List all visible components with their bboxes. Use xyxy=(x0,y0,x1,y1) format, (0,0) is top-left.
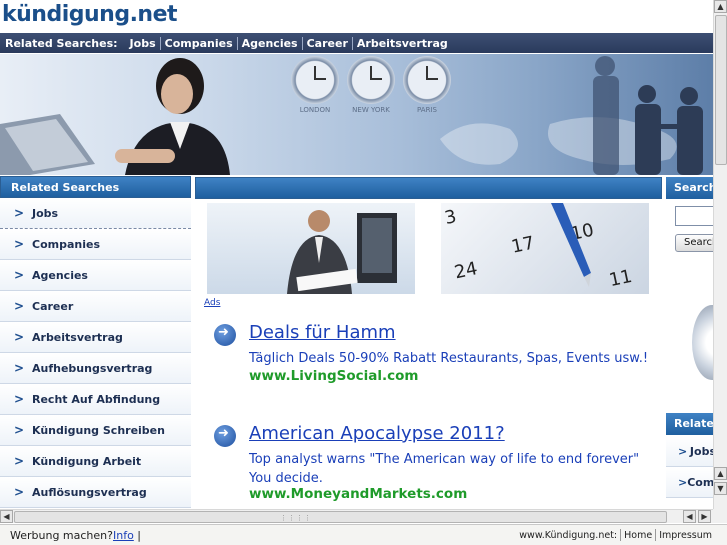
footer-status-bar: Werbung machen?Info | www.Kündigung.net:… xyxy=(0,524,727,545)
chevron-right-icon: > xyxy=(14,206,25,220)
sidebar-item-label: Recht Auf Abfindung xyxy=(32,392,161,406)
left-sidebar: Related Searches > Jobs > Companies > Ag… xyxy=(0,176,191,508)
sidebar-item-companies[interactable]: > Companies xyxy=(0,229,191,260)
arrow-right-icon[interactable] xyxy=(214,425,236,447)
sidebar-item-label: Kündigung Arbeit xyxy=(32,454,142,468)
right-related-item-jobs[interactable]: > Jobs xyxy=(666,436,713,467)
clock-london-icon xyxy=(291,56,339,104)
chevron-right-icon: > xyxy=(14,454,25,468)
scroll-down-icon[interactable]: ▼ xyxy=(714,482,727,495)
clock-new-york-icon xyxy=(347,56,395,104)
chevron-right-icon: > xyxy=(14,299,25,313)
svg-text:24: 24 xyxy=(453,258,480,283)
clock-label-new-york: NEW YORK xyxy=(352,106,390,114)
top-nav-link-career[interactable]: Career xyxy=(301,36,352,50)
right-related-item-label: Companies xyxy=(687,475,713,489)
right-related-item-companies[interactable]: > Companies xyxy=(666,467,713,498)
scroll-up-icon[interactable]: ▲ xyxy=(714,0,727,13)
sidebar-item-kuendigung-schreiben[interactable]: > Kündigung Schreiben xyxy=(0,415,191,446)
arrow-right-icon[interactable] xyxy=(214,324,236,346)
footer-impressum-link[interactable]: Impressum xyxy=(656,530,715,541)
top-nav-link-agencies[interactable]: Agencies xyxy=(236,36,302,50)
footer-advertise-text: Werbung machen? xyxy=(10,528,113,542)
businessmen-handshake-illustration xyxy=(593,56,703,175)
chevron-right-icon: > xyxy=(14,268,25,282)
sidebar-item-label: Auflösungsvertrag xyxy=(32,485,147,499)
scroll-grip-icon: ⋮⋮⋮⋮ xyxy=(280,514,312,522)
search-heading: Search xyxy=(666,177,713,199)
sidebar-item-kuendigung-arbeit[interactable]: > Kündigung Arbeit xyxy=(0,446,191,477)
businessman-photo xyxy=(207,203,415,294)
ad-title-link[interactable]: Deals für Hamm xyxy=(249,322,396,343)
ad-url-link[interactable]: www.MoneyandMarkets.com xyxy=(249,486,467,502)
scroll-left-icon[interactable]: ◀ xyxy=(683,510,696,523)
top-nav-link-companies[interactable]: Companies xyxy=(159,36,237,50)
ad-block: Deals für Hamm Täglich Deals 50-90% Raba… xyxy=(214,322,654,392)
top-nav-label: Related Searches: xyxy=(5,36,118,50)
sidebar-item-label: Jobs xyxy=(32,206,59,220)
chevron-right-icon: > xyxy=(678,475,688,489)
top-nav-bar: Related Searches: Jobs Companies Agencie… xyxy=(0,33,713,53)
search-input[interactable] xyxy=(675,206,713,226)
horizontal-scroll-thumb[interactable]: ⋮⋮⋮⋮ xyxy=(14,511,667,523)
footer-links: www.Kündigung.net: Home Impressum xyxy=(516,529,715,541)
sidebar-item-label: Agencies xyxy=(32,268,88,282)
ads-label-link[interactable]: Ads xyxy=(204,298,220,308)
scroll-up-icon[interactable]: ▲ xyxy=(714,467,727,480)
scrollbar-corner xyxy=(713,509,727,523)
ad-description[interactable]: Täglich Deals 50-90% Rabatt Restaurants,… xyxy=(249,349,649,368)
sidebar-heading: Related Searches xyxy=(0,176,191,198)
horizontal-scrollbar[interactable]: ◀ ⋮⋮⋮⋮ ◀ ▶ xyxy=(0,509,713,523)
sidebar-item-agencies[interactable]: > Agencies xyxy=(0,260,191,291)
decorative-image xyxy=(692,305,713,380)
vertical-scrollbar[interactable]: ▲ ▲ ▼ xyxy=(713,0,727,509)
ad-description[interactable]: Top analyst warns "The American way of l… xyxy=(249,450,649,488)
sidebar-item-label: Career xyxy=(32,299,74,313)
header-banner-image: LONDON NEW YORK PARIS xyxy=(0,54,713,175)
chevron-right-icon: > xyxy=(14,392,25,406)
page-viewport: kündigung.net Related Searches: Jobs Com… xyxy=(0,0,713,509)
footer-advertise: Werbung machen?Info | xyxy=(10,528,142,542)
svg-text:11: 11 xyxy=(607,266,634,291)
chevron-right-icon: > xyxy=(14,361,25,375)
scroll-right-icon[interactable]: ▶ xyxy=(698,510,711,523)
svg-text:17: 17 xyxy=(510,232,537,257)
svg-text:3: 3 xyxy=(443,206,459,229)
right-related-item-label: Jobs xyxy=(689,444,713,458)
clock-label-london: LONDON xyxy=(299,106,331,114)
scroll-left-icon[interactable]: ◀ xyxy=(0,510,13,523)
ad-url-link[interactable]: www.LivingSocial.com xyxy=(249,368,418,384)
content-header-bar xyxy=(195,177,662,199)
calendar-pen-photo: 24 17 10 11 3 xyxy=(441,203,649,294)
top-nav-link-arbeitsvertrag[interactable]: Arbeitsvertrag xyxy=(351,36,452,50)
sidebar-item-label: Kündigung Schreiben xyxy=(32,423,165,437)
chevron-right-icon: > xyxy=(14,423,25,437)
sidebar-item-label: Companies xyxy=(32,237,100,251)
chevron-right-icon: > xyxy=(678,444,688,458)
search-button[interactable]: Search xyxy=(675,234,713,252)
footer-info-link[interactable]: Info xyxy=(113,529,134,542)
sidebar-item-aufhebungsvertrag[interactable]: > Aufhebungsvertrag xyxy=(0,353,191,384)
sidebar-item-label: Aufhebungsvertrag xyxy=(32,361,153,375)
footer-home-link[interactable]: Home xyxy=(621,530,655,541)
top-nav-link-jobs[interactable]: Jobs xyxy=(126,37,160,50)
right-related-heading: Related xyxy=(666,413,713,435)
site-title[interactable]: kündigung.net xyxy=(2,2,178,27)
ad-block: American Apocalypse 2011? Top analyst wa… xyxy=(214,423,654,509)
sidebar-item-arbeitsvertrag[interactable]: > Arbeitsvertrag xyxy=(0,322,191,353)
businesswoman-illustration xyxy=(115,58,230,175)
sidebar-item-career[interactable]: > Career xyxy=(0,291,191,322)
chevron-right-icon: > xyxy=(14,330,25,344)
ad-title-link[interactable]: American Apocalypse 2011? xyxy=(249,423,505,444)
chevron-right-icon: > xyxy=(14,485,25,499)
sidebar-item-jobs[interactable]: > Jobs xyxy=(0,198,191,229)
sidebar-item-aufloesungsvertrag[interactable]: > Auflösungsvertrag xyxy=(0,477,191,508)
footer-site-label: www.Kündigung.net: xyxy=(519,529,618,541)
sidebar-item-recht-auf-abfindung[interactable]: > Recht Auf Abfindung xyxy=(0,384,191,415)
clock-paris-icon xyxy=(403,56,451,104)
vertical-scroll-thumb[interactable] xyxy=(715,15,727,165)
chevron-right-icon: > xyxy=(14,237,25,251)
laptop-illustration xyxy=(0,114,95,175)
sidebar-item-label: Arbeitsvertrag xyxy=(32,330,123,344)
